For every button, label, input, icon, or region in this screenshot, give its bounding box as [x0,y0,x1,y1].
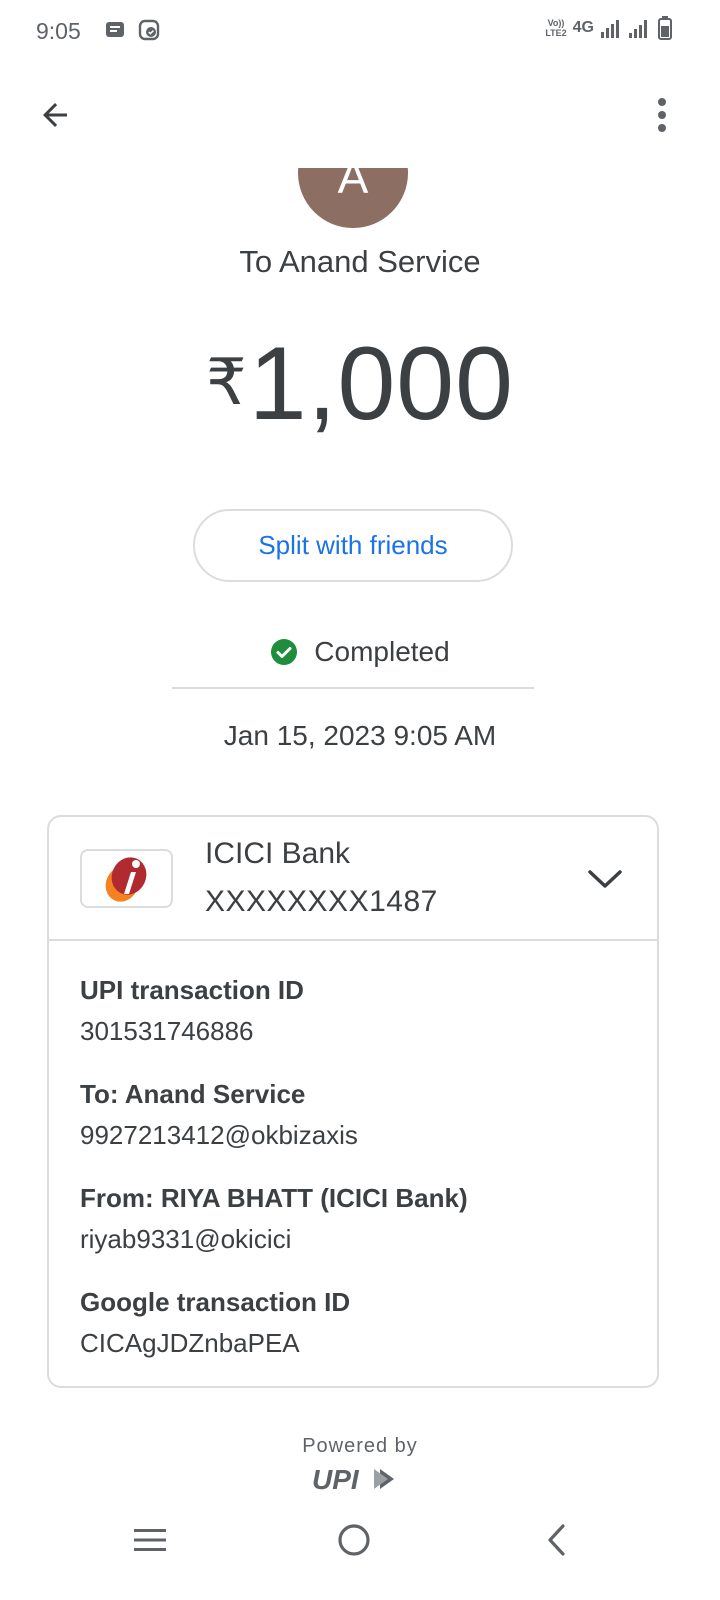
split-with-friends-button[interactable]: Split with friends [193,509,513,582]
sender-detail: From: RIYA BHATT (ICICI Bank) riyab9331@… [80,1183,468,1255]
detail-value: CICAgJDZnbaPEA [80,1328,300,1358]
system-nav-bar [0,1500,720,1600]
currency-symbol: ₹ [206,346,247,418]
recents-icon [134,1529,166,1551]
status-time: 9:05 [36,18,81,44]
detail-value: 301531746886 [80,1016,254,1046]
icici-logo-icon [105,856,146,902]
app-notification-icon [138,19,160,41]
transaction-status: Completed [0,636,720,668]
home-button[interactable] [324,1510,384,1570]
chevron-down-icon[interactable] [587,863,623,893]
transaction-details-card: ICICI Bank XXXXXXXX1487 UPI transaction … [47,815,659,1388]
signal-sim2-icon [629,20,647,38]
divider [172,687,534,689]
volte-indicator: Vo)) LTE2 [545,18,567,38]
upi-logo-icon: UPI [312,1464,394,1494]
detail-value: 9927213412@okbizaxis [80,1120,358,1150]
bank-name: ICICI Bank [205,837,351,870]
status-indicators: Vo)) LTE2 4G [545,16,672,40]
arrow-back-icon [43,103,67,127]
recents-button[interactable] [120,1510,180,1570]
transaction-datetime: Jan 15, 2023 9:05 AM [223,720,497,751]
network-type: 4G [572,19,594,36]
home-icon [338,1524,370,1556]
bank-logo [80,849,173,908]
signal-sim1-icon [601,20,619,38]
avatar-container: A [0,168,720,230]
message-notification-icon [106,22,124,37]
status-bar: 9:05 Vo)) LTE2 4G [0,0,720,60]
status-text: Completed [314,636,450,667]
more-options-button[interactable] [642,90,682,140]
detail-value: riyab9331@okicici [80,1224,292,1254]
payee-title: To Anand Service [239,244,481,279]
google-transaction-id: Google transaction ID CICAgJDZnbaPEA [80,1287,350,1359]
detail-label: Google transaction ID [80,1287,351,1317]
detail-label: To: Anand Service [80,1079,306,1109]
upi-logo-text: UPI [312,1464,360,1494]
back-button[interactable] [30,90,80,140]
detail-label: UPI transaction ID [80,975,304,1005]
detail-label: From: RIYA BHATT (ICICI Bank) [80,1183,468,1213]
system-back-button[interactable] [526,1510,586,1570]
nav-back-icon [548,1524,565,1556]
check-circle-icon [271,639,298,665]
account-number: XXXXXXXX1487 [205,885,438,918]
avatar: A [298,168,408,228]
battery-icon [658,16,672,40]
amount: ₹1,000 [0,325,720,444]
bank-account-row[interactable]: ICICI Bank XXXXXXXX1487 [49,817,657,941]
powered-by-label: Powered by [302,1435,418,1457]
amount-value: 1,000 [248,326,514,442]
recipient-detail: To: Anand Service 9927213412@okbizaxis [80,1079,358,1151]
upi-transaction-id: UPI transaction ID 301531746886 [80,975,304,1047]
more-vert-icon [658,98,666,132]
